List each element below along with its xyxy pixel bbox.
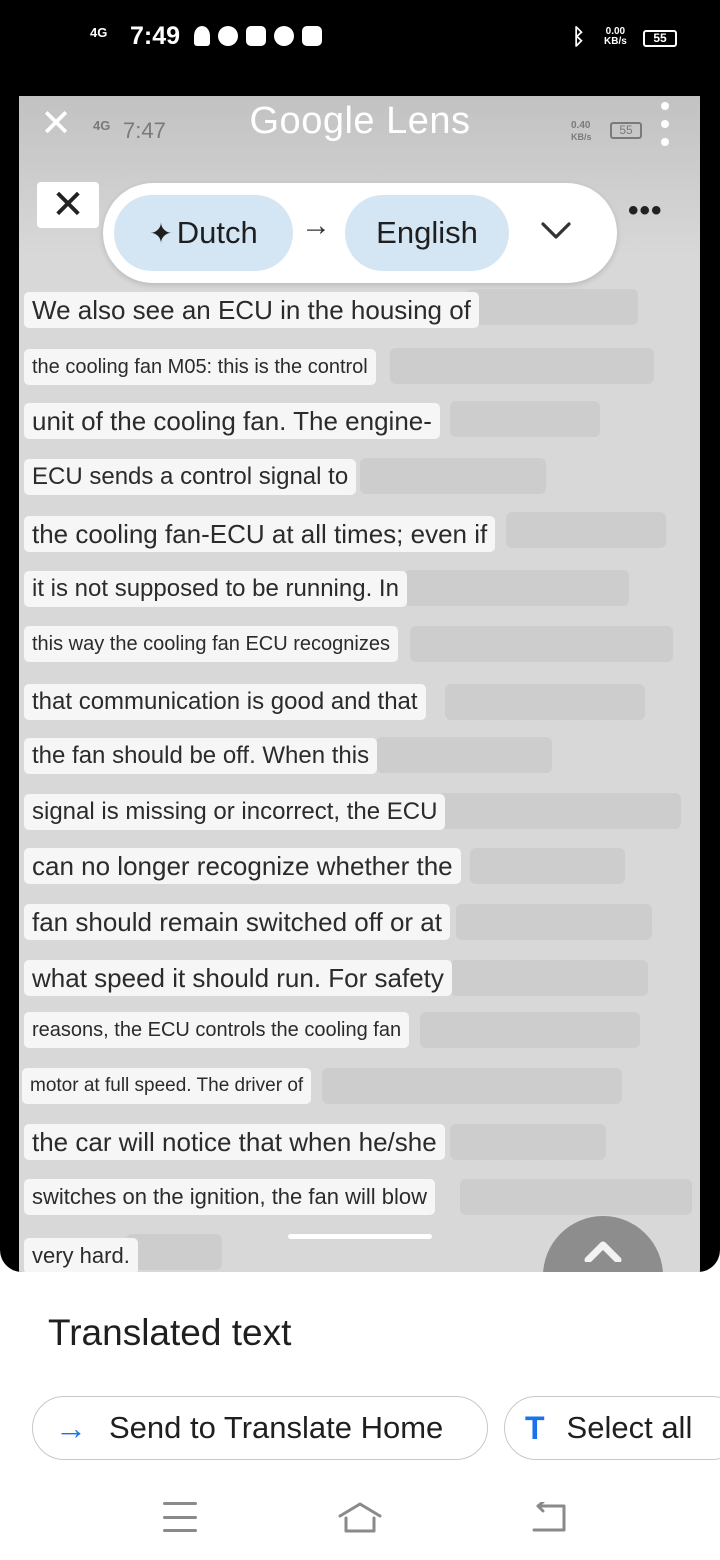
- overlay-background: [360, 458, 546, 494]
- overlay-background: [450, 960, 648, 996]
- translated-line[interactable]: signal is missing or incorrect, the ECU: [24, 794, 446, 830]
- translated-line[interactable]: the car will notice that when he/she: [24, 1124, 445, 1160]
- chrome-icon: [218, 26, 238, 46]
- overlay-background: [420, 1012, 640, 1048]
- translated-line[interactable]: the cooling fan-ECU at all times; even i…: [24, 516, 496, 552]
- network-speed: 0.00 KB/s: [604, 27, 627, 47]
- overlay-background: [436, 793, 681, 829]
- translated-line[interactable]: motor at full speed. The driver of: [22, 1068, 312, 1104]
- recent-apps-icon[interactable]: [163, 1502, 197, 1532]
- translated-line[interactable]: can no longer recognize whether the: [24, 848, 461, 884]
- translated-line[interactable]: what speed it should run. For safety: [24, 960, 452, 996]
- overlay-background: [410, 626, 673, 662]
- sheet-title: Translated text: [48, 1312, 292, 1353]
- network-indicator: 4G: [90, 25, 108, 40]
- text-select-icon: T: [525, 1409, 545, 1446]
- chevron-up-icon: [584, 1241, 622, 1262]
- lens-viewport: 4G 7:47 0.40 KB/s 55 ✕ Google Lens ✕ •••…: [0, 96, 720, 1272]
- translated-line[interactable]: this way the cooling fan ECU recognizes: [24, 626, 398, 662]
- overlay-background: [126, 1234, 222, 1270]
- overlay-background: [322, 1068, 622, 1104]
- translated-line[interactable]: ECU sends a control signal to: [24, 459, 357, 495]
- battery-indicator: 55: [643, 30, 677, 47]
- overlay-background: [460, 1179, 692, 1215]
- overlay-background: [506, 512, 666, 548]
- more-options-icon[interactable]: [650, 102, 680, 146]
- select-all-label: Select all: [566, 1410, 693, 1445]
- translated-line[interactable]: that communication is good and that: [24, 684, 426, 720]
- source-language-chip[interactable]: ✦ Dutch: [114, 195, 293, 271]
- system-navigation-bar: [0, 1480, 720, 1560]
- translated-line[interactable]: switches on the ignition, the fan will b…: [24, 1179, 435, 1215]
- home-icon[interactable]: [337, 1500, 383, 1534]
- facebook-icon: [246, 26, 266, 46]
- overlay-background: [456, 904, 652, 940]
- overlay-background: [466, 289, 638, 325]
- photo-icon: [302, 26, 322, 46]
- select-all-button[interactable]: T Select all: [504, 1396, 720, 1460]
- lens-header: ✕ Google Lens: [0, 96, 720, 156]
- translated-line[interactable]: the fan should be off. When this: [24, 738, 378, 774]
- target-language-chip[interactable]: English: [345, 195, 509, 271]
- gesture-handle[interactable]: [288, 1234, 432, 1239]
- messenger-icon: [274, 26, 294, 46]
- source-language-label: Dutch: [176, 215, 258, 250]
- translated-line[interactable]: We also see an ECU in the housing of: [24, 292, 479, 328]
- chevron-down-icon[interactable]: [539, 213, 573, 247]
- overlay-background: [450, 401, 600, 437]
- overlay-background: [376, 737, 552, 773]
- lens-title: Google Lens: [249, 100, 471, 142]
- bell-icon: [194, 26, 210, 46]
- translated-line[interactable]: fan should remain switched off or at: [24, 904, 450, 940]
- translated-line[interactable]: reasons, the ECU controls the cooling fa…: [24, 1012, 410, 1048]
- overlay-background: [445, 684, 645, 720]
- bluetooth-icon: ᛒ: [572, 24, 586, 49]
- arrow-right-icon: →: [55, 1409, 87, 1446]
- notification-icons: [194, 26, 322, 46]
- captured-more-icon: •••: [628, 194, 663, 227]
- language-selector: ✦ Dutch → English: [103, 183, 617, 283]
- translated-line[interactable]: it is not supposed to be running. In: [24, 571, 407, 607]
- translated-line[interactable]: very hard.: [24, 1238, 138, 1272]
- back-icon[interactable]: [530, 1502, 570, 1534]
- overlay-background: [450, 1124, 606, 1160]
- overlay-background: [470, 848, 625, 884]
- target-language-label: English: [376, 215, 478, 250]
- send-to-translate-label: Send to Translate Home: [109, 1410, 444, 1445]
- status-bar: 4G 7:49 ᛒ 0.00 KB/s 55: [0, 0, 720, 96]
- translated-line[interactable]: the cooling fan M05: this is the control: [24, 349, 376, 385]
- translated-line[interactable]: unit of the cooling fan. The engine-: [24, 403, 440, 439]
- auto-detect-sparkle-icon: ✦: [149, 217, 173, 249]
- overlay-background: [404, 570, 629, 606]
- captured-close-icon: ✕: [37, 182, 99, 228]
- send-to-translate-button[interactable]: → Send to Translate Home: [32, 1396, 488, 1460]
- arrow-right-icon: →: [301, 209, 331, 242]
- overlay-background: [390, 348, 654, 384]
- status-time: 7:49: [130, 22, 181, 50]
- speed-unit: KB/s: [604, 36, 627, 47]
